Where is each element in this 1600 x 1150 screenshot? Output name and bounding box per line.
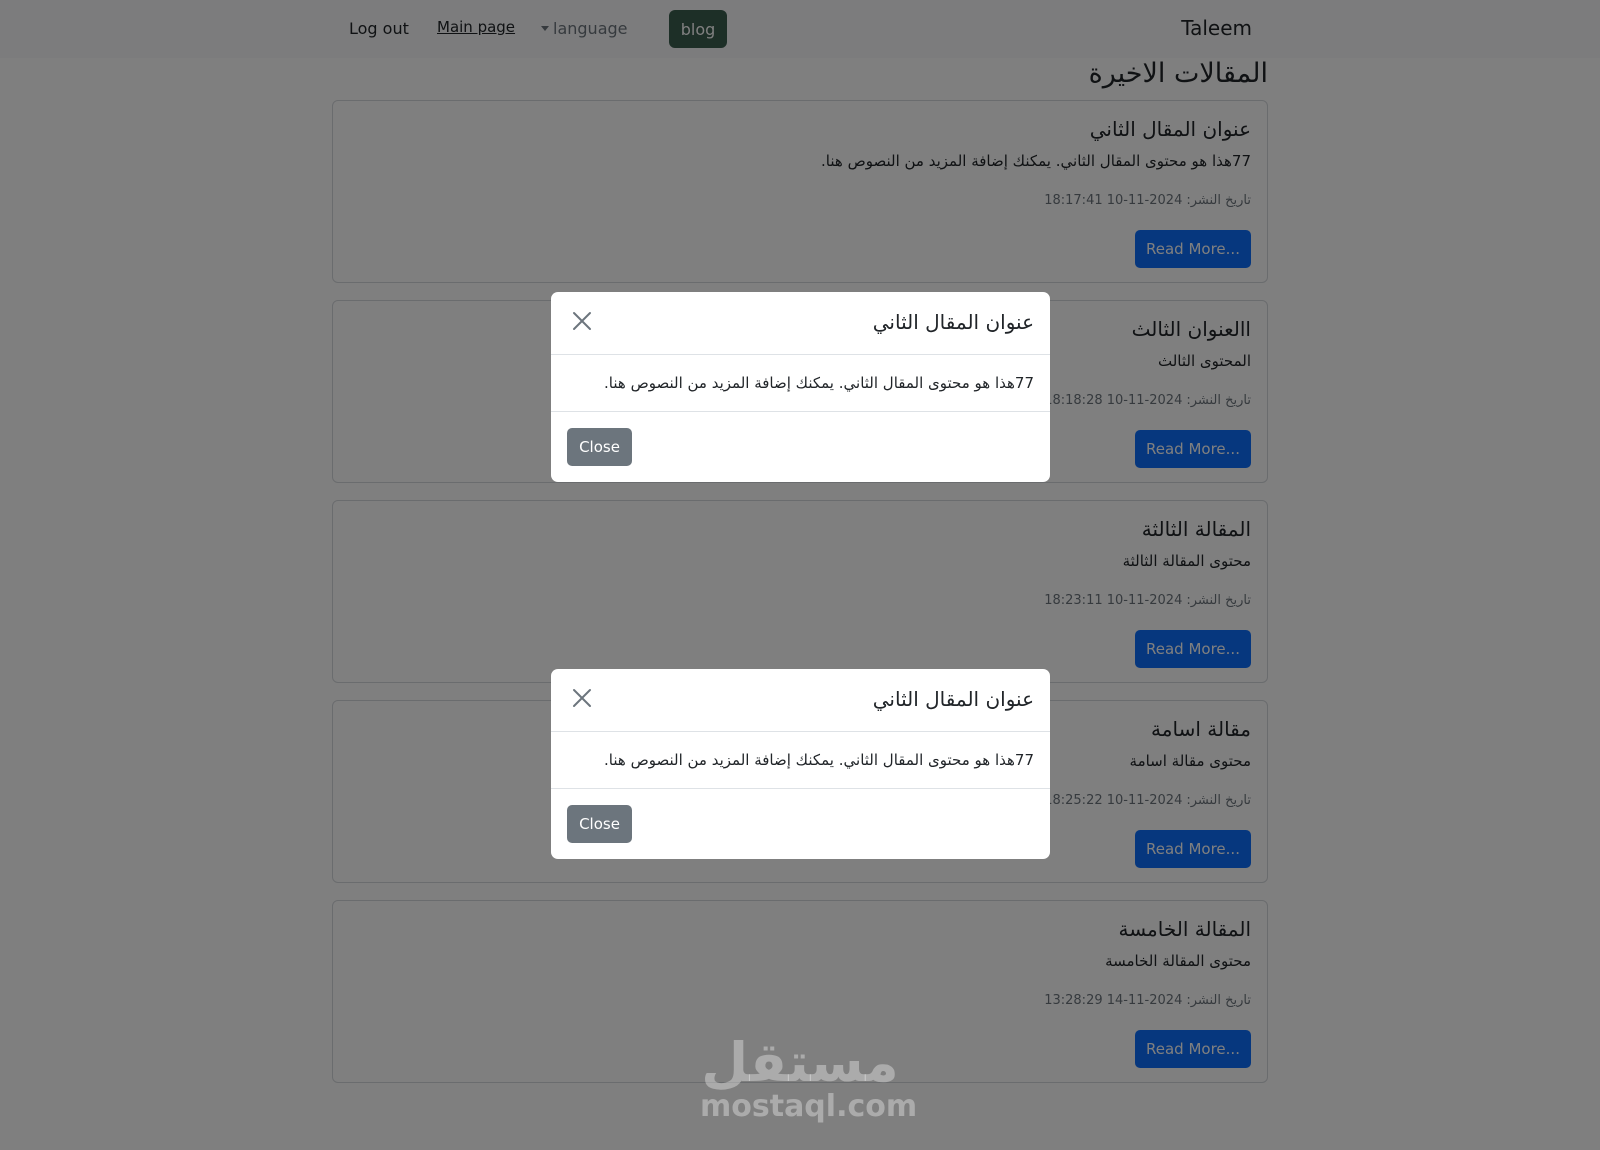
modal-text: 77هذا هو محتوى المقال الثاني. يمكنك إضاف… xyxy=(604,374,1034,392)
modal-header: عنوان المقال الثاني xyxy=(551,669,1050,732)
modal-title: عنوان المقال الثاني xyxy=(872,687,1034,711)
close-icon[interactable] xyxy=(571,687,593,709)
article-modal: عنوان المقال الثاني 77هذا هو محتوى المقا… xyxy=(551,292,1050,482)
modal-title: عنوان المقال الثاني xyxy=(872,310,1034,334)
close-button[interactable]: Close xyxy=(567,428,632,466)
close-icon[interactable] xyxy=(571,310,593,332)
watermark: مستقل mostaql.com xyxy=(700,1031,918,1124)
watermark-arabic: مستقل xyxy=(701,1031,899,1094)
modal-backdrop[interactable] xyxy=(0,0,1600,1150)
modal-body: 77هذا هو محتوى المقال الثاني. يمكنك إضاف… xyxy=(551,732,1050,789)
article-modal: عنوان المقال الثاني 77هذا هو محتوى المقا… xyxy=(551,669,1050,859)
modal-header: عنوان المقال الثاني xyxy=(551,292,1050,355)
close-button[interactable]: Close xyxy=(567,805,632,843)
modal-body: 77هذا هو محتوى المقال الثاني. يمكنك إضاف… xyxy=(551,355,1050,412)
modal-text: 77هذا هو محتوى المقال الثاني. يمكنك إضاف… xyxy=(604,751,1034,769)
watermark-latin: mostaql.com xyxy=(700,1089,918,1124)
